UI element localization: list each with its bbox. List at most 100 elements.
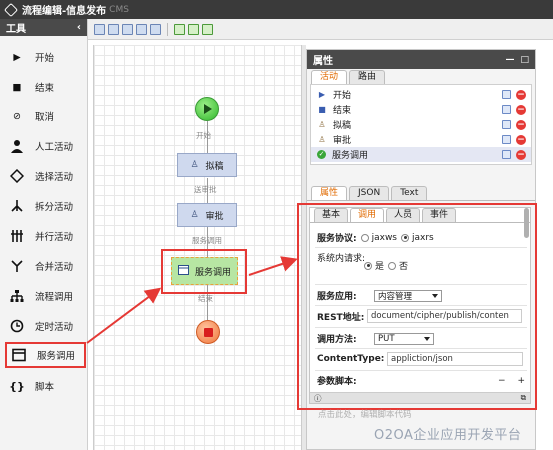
tool-parallel-activity[interactable]: 并行活动 — [8, 225, 84, 247]
tab-activity[interactable]: 活动 — [311, 70, 348, 84]
window-subtitle: CMS — [109, 4, 129, 15]
tool-choice-activity[interactable]: 选择活动 — [8, 165, 84, 187]
list-item[interactable]: ▶ 开始 − — [311, 87, 531, 102]
list-item[interactable]: ♙ 审批 − — [311, 132, 531, 147]
activity-node-draft[interactable]: ♙ 拟稿 — [177, 153, 237, 177]
person-icon: ♙ — [190, 160, 199, 170]
tool-split-activity[interactable]: 拆分活动 — [8, 195, 84, 217]
highlight-box — [297, 203, 537, 410]
play-icon — [204, 104, 212, 114]
tool-process-call[interactable]: 流程调用 — [8, 285, 84, 307]
tool-label: 流程调用 — [35, 292, 74, 303]
tool-script[interactable]: {} 脚本 — [8, 375, 84, 397]
window-title: 流程编辑-信息发布 — [22, 6, 107, 17]
properties-tabs: 活动 路由 — [307, 69, 535, 84]
save-icon[interactable] — [94, 23, 105, 35]
edge-label-approve: 送审批 — [194, 185, 217, 194]
tool-label: 人工活动 — [35, 142, 74, 153]
tool-label: 开始 — [35, 53, 55, 64]
copy-icon[interactable] — [502, 120, 511, 129]
person-icon — [8, 137, 26, 155]
save-as-icon[interactable] — [108, 23, 119, 35]
service-icon — [177, 264, 189, 278]
tool-label: 拆分活动 — [35, 202, 74, 213]
list-item[interactable]: ✓ 服务调用 − — [311, 147, 531, 162]
delete-icon[interactable]: − — [516, 104, 526, 115]
minimize-icon[interactable]: — — [505, 55, 514, 65]
activity-node-service[interactable]: 服务调用 — [171, 257, 238, 285]
tool-manual-activity[interactable]: 人工活动 — [8, 135, 84, 157]
split-icon — [8, 197, 26, 215]
copy-icon[interactable] — [502, 105, 511, 114]
tool-cancel[interactable]: ⊘ 取消 — [8, 105, 84, 127]
tool-label: 取消 — [35, 112, 55, 123]
list-item[interactable]: ♙ 拟稿 − — [311, 117, 531, 132]
tool-label: 结束 — [35, 83, 55, 94]
check-icon: ✓ — [317, 150, 326, 159]
list-item-label: 结束 — [333, 106, 352, 116]
print-icon[interactable] — [136, 23, 147, 35]
parallel-icon — [8, 227, 26, 245]
person-icon: ♙ — [318, 120, 326, 129]
merge-icon — [8, 257, 26, 275]
tool-start[interactable]: ▶ 开始 — [8, 46, 84, 68]
delete-icon[interactable]: − — [516, 119, 526, 130]
play-icon: ▶ — [318, 90, 326, 99]
copy-icon[interactable] — [502, 90, 511, 99]
list-item[interactable]: ■ 结束 − — [311, 102, 531, 117]
edge-label-service: 服务调用 — [192, 236, 222, 245]
tool-merge-activity[interactable]: 合并活动 — [8, 255, 84, 277]
tool-label: 选择活动 — [35, 172, 74, 183]
check-icon[interactable] — [202, 23, 213, 35]
maximize-icon[interactable]: □ — [520, 55, 529, 65]
list-item-label: 服务调用 — [332, 151, 369, 161]
tab-properties[interactable]: 属性 — [311, 186, 348, 200]
stop-icon: ■ — [12, 81, 22, 93]
watermark: O2OA企业应用开发平台 — [374, 428, 522, 443]
choice-icon — [8, 167, 26, 185]
delete-icon[interactable]: − — [516, 149, 526, 160]
tool-label: 合并活动 — [35, 262, 74, 273]
tool-label: 定时活动 — [35, 322, 74, 333]
format-tabs: 属性 JSON Text — [307, 186, 535, 201]
copy-icon[interactable] — [502, 150, 511, 159]
node-label: 审批 — [205, 211, 224, 222]
node-label: 服务调用 — [194, 267, 231, 278]
toolbar-divider — [167, 22, 168, 36]
tab-json[interactable]: JSON — [349, 186, 390, 200]
person-icon: ♙ — [318, 135, 326, 144]
tool-service-call[interactable]: 服务调用 — [5, 342, 86, 368]
list-item-label: 拟稿 — [333, 121, 352, 131]
tool-panel-title: 工具 — [6, 24, 26, 35]
activity-node-approve[interactable]: ♙ 审批 — [177, 203, 237, 227]
properties-title: 属性 — [313, 56, 333, 67]
tab-route[interactable]: 路由 — [349, 70, 386, 84]
stop-icon: ■ — [318, 105, 326, 114]
cancel-icon: ⊘ — [13, 110, 21, 122]
tool-end[interactable]: ■ 结束 — [8, 76, 84, 98]
delete-icon[interactable]: − — [516, 134, 526, 145]
start-node[interactable] — [195, 97, 219, 121]
tool-timer-activity[interactable]: 定时活动 — [8, 315, 84, 337]
collapse-icon[interactable]: ‹ — [77, 22, 81, 33]
script-hint[interactable]: 点击此处，编辑脚本代码 — [318, 408, 412, 420]
tab-text[interactable]: Text — [391, 186, 428, 200]
editor-toolbar — [88, 19, 553, 40]
app-logo-icon — [3, 2, 19, 17]
edge-label-end: 结束 — [198, 294, 213, 303]
edge-label-start: 开始 — [196, 131, 211, 140]
delete-icon[interactable]: − — [516, 89, 526, 100]
tool-panel-header: 工具 ‹ — [0, 19, 87, 36]
list-item-label: 开始 — [333, 91, 352, 101]
node-label: 拟稿 — [205, 161, 224, 172]
export-icon[interactable] — [174, 23, 185, 35]
import-icon[interactable] — [188, 23, 199, 35]
tool-label: 服务调用 — [37, 351, 76, 362]
stop-icon — [203, 327, 213, 337]
properties-header: 属性 — □ — [307, 50, 535, 69]
copy-icon[interactable] — [502, 135, 511, 144]
end-node[interactable] — [196, 320, 220, 344]
layout-icon[interactable] — [150, 23, 161, 35]
open-icon[interactable] — [122, 23, 133, 35]
timer-icon — [8, 317, 26, 335]
